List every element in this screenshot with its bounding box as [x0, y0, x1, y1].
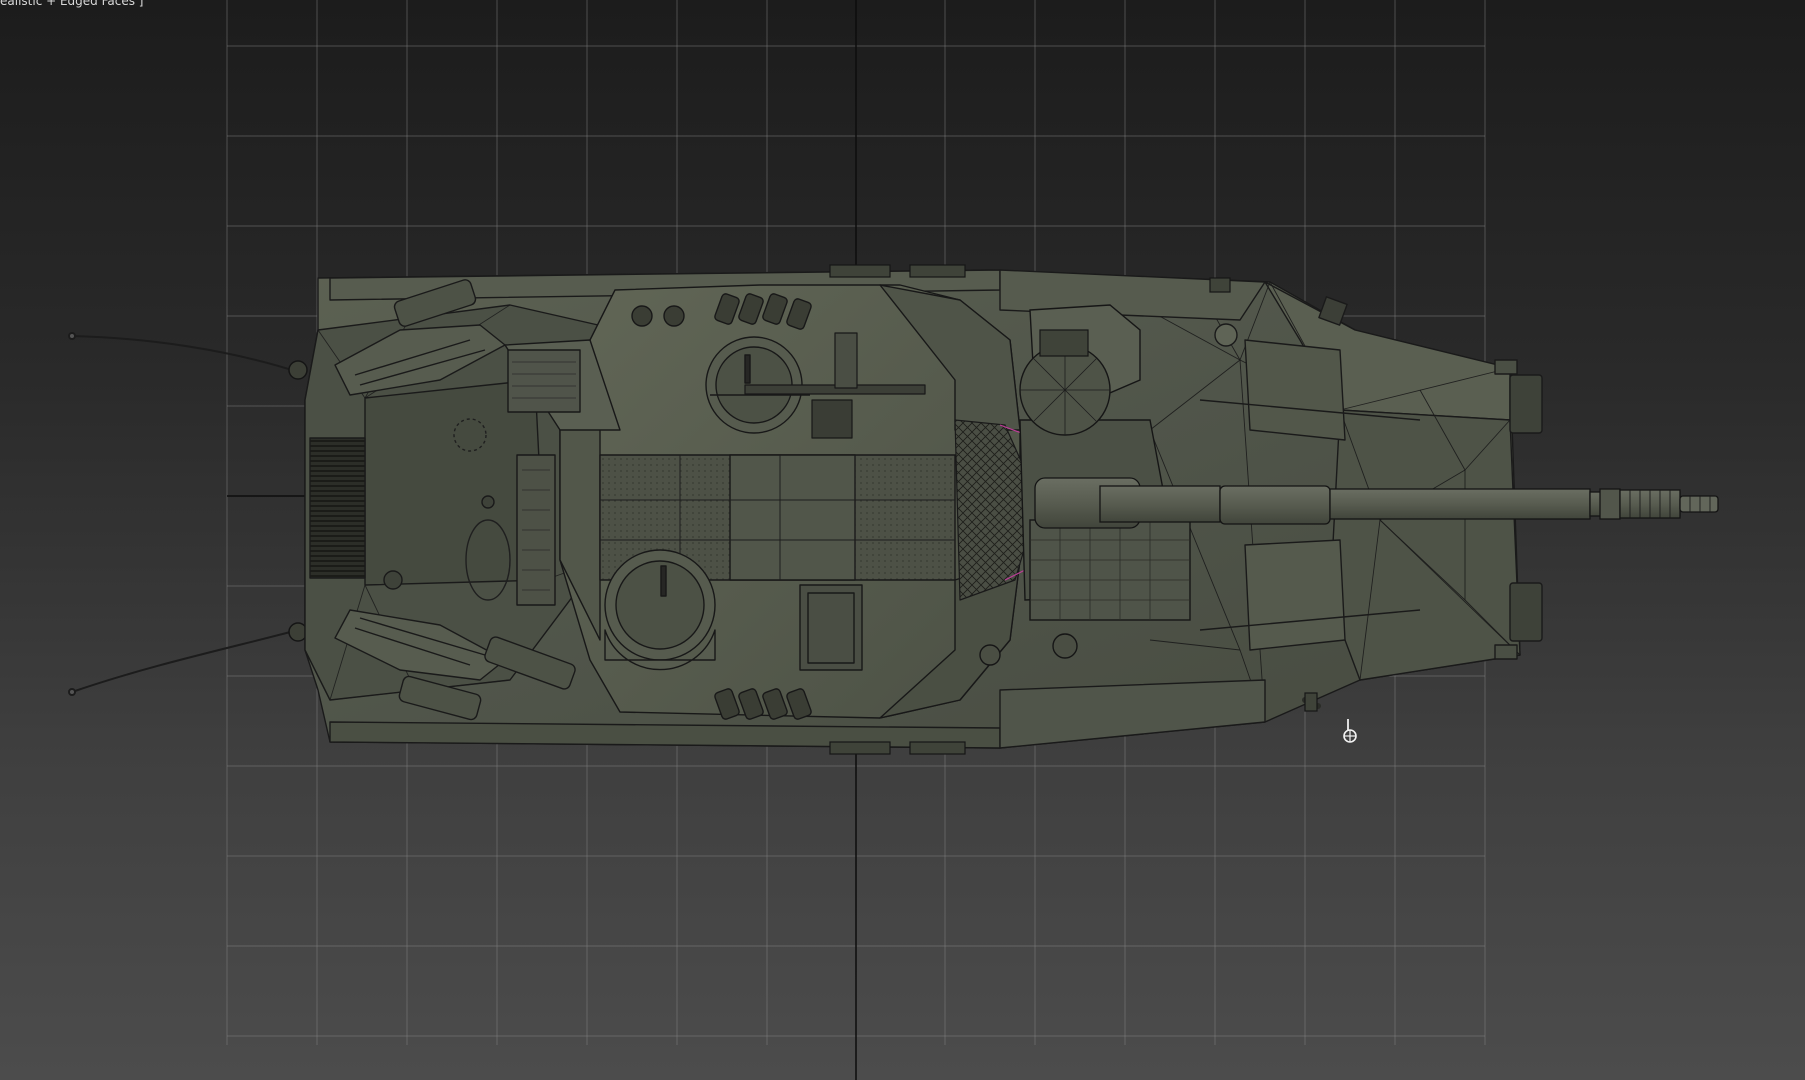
antenna-left-bottom — [68, 629, 299, 696]
transform-gizmo-icon[interactable] — [1336, 716, 1366, 746]
antenna-left-top — [68, 332, 299, 373]
tank-model[interactable] — [0, 0, 1805, 1080]
exhaust-grille — [309, 437, 366, 579]
viewport-shading-label[interactable]: ealistic + Edged Faces ] — [0, 0, 144, 8]
viewport[interactable]: ealistic + Edged Faces ] — [0, 0, 1805, 1080]
